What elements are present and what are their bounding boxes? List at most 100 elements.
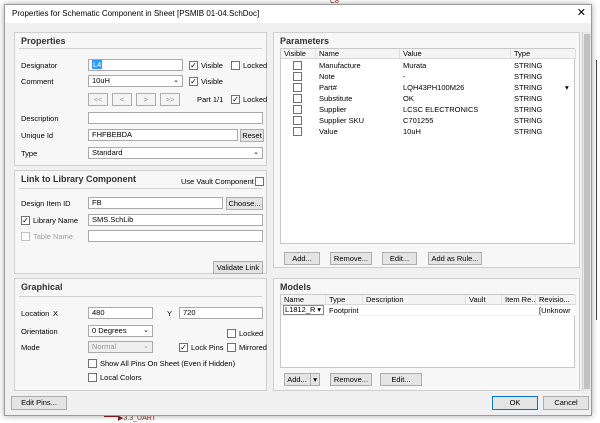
parameter-name: Part# (319, 83, 337, 92)
library-name-checkbox[interactable]: ✓ (21, 216, 30, 225)
mirrored-checkbox[interactable] (227, 343, 236, 352)
parameters-title: Parameters (280, 36, 330, 46)
comment-label: Comment (21, 77, 54, 86)
col-visible-header[interactable]: Visible (281, 49, 316, 59)
design-item-id-input[interactable]: FB (88, 197, 223, 209)
unique-id-input[interactable]: FHFBEBDA (88, 129, 238, 141)
chevron-down-icon[interactable]: ▾ (310, 374, 317, 385)
parameter-row[interactable]: Value 10uH STRING (281, 126, 576, 137)
col-value-header[interactable]: Value (400, 49, 511, 59)
parameter-row[interactable]: Part# LQH43PH100M26 STRING ▾ (281, 82, 576, 93)
designator-locked-checkbox[interactable] (231, 61, 240, 70)
part-indicator: Part 1/1 (197, 95, 224, 104)
table-name-input[interactable] (88, 230, 263, 242)
part-locked-checkbox[interactable]: ✓ (231, 95, 240, 104)
param-add-button[interactable]: Add... (284, 252, 320, 265)
designator-locked-label: Locked (243, 61, 268, 70)
parameter-value: - (403, 72, 406, 81)
design-item-id-label: Design Item ID (21, 199, 71, 208)
parameter-row[interactable]: Manufacture Murata STRING (281, 60, 576, 71)
param-remove-button[interactable]: Remove... (330, 252, 372, 265)
model-col-type-header[interactable]: Type (326, 295, 363, 305)
model-col-name-header[interactable]: Name (281, 295, 326, 305)
divider (19, 188, 262, 189)
parameter-visible-checkbox[interactable] (293, 105, 302, 114)
show-all-pins-label: Show All Pins On Sheet (Even if Hidden) (100, 359, 236, 368)
model-col-revision-header[interactable]: Revisio... (536, 295, 576, 305)
parameter-visible-checkbox[interactable] (293, 72, 302, 81)
model-add-button[interactable]: Add... ▾ (284, 373, 320, 386)
designator-input[interactable]: L4 (88, 59, 183, 71)
models-panel: Models Name Type Description Vault Item … (273, 278, 580, 391)
model-remove-button[interactable]: Remove... (330, 373, 372, 386)
nav-next-button[interactable]: > (136, 93, 156, 106)
model-col-vault-header[interactable]: Vault (466, 295, 502, 305)
parameter-visible-checkbox[interactable] (293, 116, 302, 125)
mode-select[interactable]: Normal ⌄ (88, 341, 153, 353)
model-edit-button[interactable]: Edit... (380, 373, 422, 386)
lock-pins-checkbox[interactable]: ✓ (179, 343, 188, 352)
model-type: Footprint (329, 306, 359, 315)
comment-visible-checkbox[interactable]: ✓ (189, 77, 198, 86)
edit-pins-button[interactable]: Edit Pins... (11, 396, 67, 410)
model-col-item-header[interactable]: Item Re... (502, 295, 536, 305)
parameter-visible-checkbox[interactable] (293, 61, 302, 70)
param-add-as-rule-button[interactable]: Add as Rule... (428, 252, 482, 265)
nav-prev-button[interactable]: < (112, 93, 132, 106)
divider (19, 48, 262, 49)
orientation-locked-checkbox[interactable] (227, 329, 236, 338)
nav-last-button[interactable]: >> (160, 93, 180, 106)
parameter-row[interactable]: Note - STRING (281, 71, 576, 82)
cancel-button[interactable]: Cancel (543, 396, 589, 410)
parameter-visible-checkbox[interactable] (293, 94, 302, 103)
table-name-checkbox[interactable] (21, 232, 30, 241)
lock-pins-label: Lock Pins (191, 343, 224, 352)
comment-select[interactable]: 10uH ⌄ (88, 75, 183, 87)
parameter-type: STRING (514, 61, 543, 70)
description-input[interactable] (88, 112, 263, 124)
parameter-row[interactable]: Supplier LCSC ELECTRONICS STRING (281, 104, 576, 115)
link-title: Link to Library Component (21, 174, 137, 184)
use-vault-label: Use Vault Component (181, 177, 254, 186)
chevron-down-icon[interactable]: ▾ (565, 82, 569, 93)
chevron-down-icon: ⌄ (143, 343, 149, 350)
parameter-type: STRING (514, 72, 543, 81)
col-type-header[interactable]: Type (511, 49, 576, 59)
reset-button[interactable]: Reset (240, 129, 264, 142)
type-select[interactable]: Standard ⌄ (88, 147, 263, 159)
validate-link-button[interactable]: Validate Link (213, 261, 263, 274)
parameter-value: 10uH (403, 127, 421, 136)
library-name-input[interactable]: SMS.SchLib (88, 214, 263, 226)
orientation-select[interactable]: 0 Degrees ⌄ (88, 325, 153, 337)
ok-button[interactable]: OK (492, 396, 538, 410)
param-edit-button[interactable]: Edit... (382, 252, 417, 265)
location-y-input[interactable]: 720 (179, 307, 263, 319)
local-colors-checkbox[interactable] (88, 373, 97, 382)
parameters-table: Visible Name Value Type Manufacture Murat… (280, 48, 576, 244)
model-row[interactable]: L1812_R ▾ Footprint [Unknowr (281, 305, 576, 316)
divider (19, 296, 262, 297)
parameter-type: STRING (514, 116, 543, 125)
dialog-scrollbar[interactable] (582, 32, 591, 391)
model-col-description-header[interactable]: Description (363, 295, 466, 305)
choose-button[interactable]: Choose... (226, 197, 263, 210)
use-vault-checkbox[interactable] (255, 177, 264, 186)
graphical-title: Graphical (21, 282, 63, 292)
parameter-visible-checkbox[interactable] (293, 127, 302, 136)
close-icon[interactable]: ✕ (577, 7, 586, 19)
model-name-select[interactable]: L1812_R ▾ (283, 305, 324, 315)
nav-first-button[interactable]: << (88, 93, 108, 106)
parameter-visible-checkbox[interactable] (293, 83, 302, 92)
table-name-label: Table Name (33, 232, 74, 241)
chevron-down-icon: ⌄ (143, 327, 149, 334)
parameter-row[interactable]: Supplier SKU C701255 STRING (281, 115, 576, 126)
chevron-down-icon: ⌄ (253, 149, 259, 156)
parameter-value: LCSC ELECTRONICS (403, 105, 479, 114)
scrollbar-thumb[interactable] (584, 34, 590, 389)
show-all-pins-checkbox[interactable] (88, 359, 97, 368)
parameter-row[interactable]: Substitute OK STRING (281, 93, 576, 104)
location-x-input[interactable]: 480 (88, 307, 153, 319)
library-name-label: Library Name (33, 216, 79, 225)
col-name-header[interactable]: Name (316, 49, 400, 59)
designator-visible-checkbox[interactable]: ✓ (189, 61, 198, 70)
